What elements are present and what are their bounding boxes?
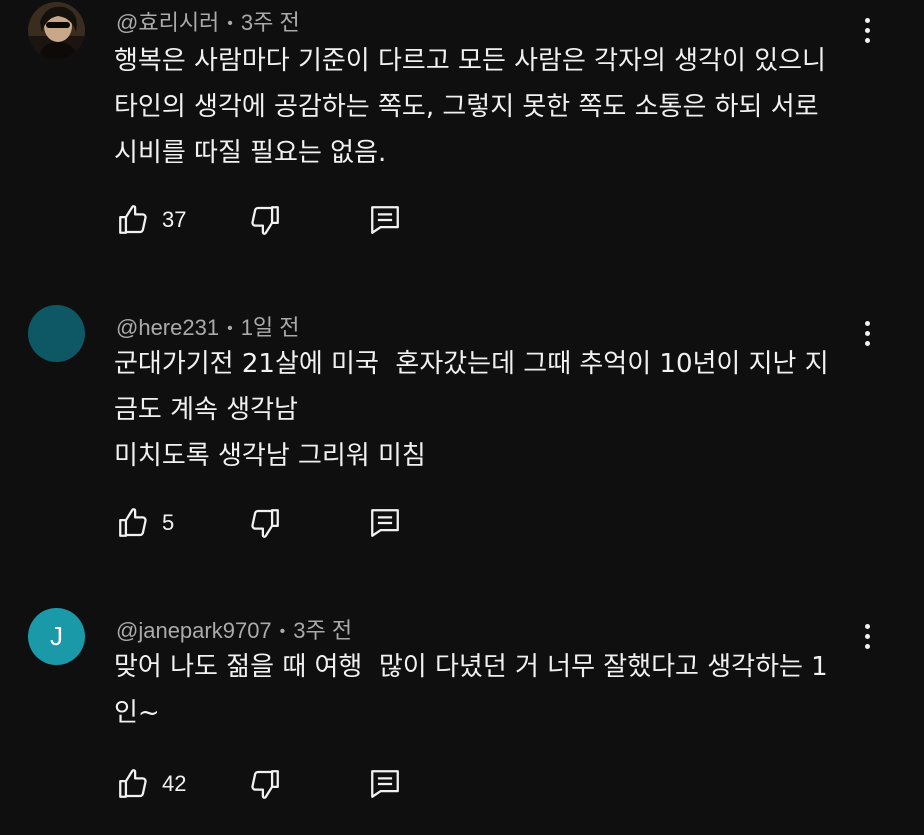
author-name[interactable]: @here231 — [116, 315, 219, 340]
thumbs-down-icon — [251, 206, 279, 235]
thumbs-up-icon — [119, 508, 147, 537]
comment-actions: 5 — [0, 498, 924, 548]
reply-button[interactable] — [368, 759, 402, 809]
comment-text: 맞어 나도 젊을 때 여행 많이 다녔던 거 너무 잘했다고 생각하는 1 인~ — [114, 652, 828, 728]
comment-time[interactable]: 3주 전 — [241, 10, 300, 35]
dislike-button[interactable] — [248, 759, 282, 809]
comment-actions: 42 — [0, 759, 924, 809]
dislike-button[interactable] — [248, 498, 282, 548]
avatar-photo — [28, 2, 85, 59]
separator-dot: • — [279, 623, 286, 640]
separator-dot: • — [227, 15, 233, 32]
thumbs-down-icon — [251, 770, 279, 799]
author-name[interactable]: @효리시러 — [116, 10, 219, 35]
thumbs-up-icon — [119, 769, 147, 798]
thumbs-up-icon — [119, 205, 147, 234]
reply-icon — [371, 509, 399, 537]
thumbs-down-icon — [251, 509, 279, 538]
like-count: 5 — [162, 510, 175, 535]
comment-text: 군대가기전 21살에 미국 혼자갔는데 그때 추억이 10년이 지난 지 금도 … — [114, 349, 829, 471]
comment-meta: @here231 • 1일 전 — [116, 310, 300, 342]
more-vert-icon[interactable] — [852, 10, 882, 50]
avatar[interactable] — [28, 2, 85, 59]
dislike-button[interactable] — [248, 195, 282, 245]
more-vert-icon[interactable] — [852, 313, 882, 353]
separator-dot: • — [227, 320, 233, 337]
like-count: 37 — [162, 207, 187, 232]
reply-icon — [371, 770, 399, 798]
comment-actions: 37 — [0, 195, 924, 245]
reply-icon — [371, 206, 399, 234]
comment-meta: @효리시러 • 3주 전 — [116, 5, 300, 37]
like-button[interactable]: 5 — [116, 498, 174, 548]
avatar[interactable]: J — [28, 608, 85, 665]
like-count: 42 — [162, 771, 187, 796]
comment-time[interactable]: 3주 전 — [293, 618, 352, 643]
more-vert-icon[interactable] — [852, 616, 882, 656]
avatar-letter: J — [50, 621, 63, 651]
like-button[interactable]: 42 — [116, 759, 186, 809]
avatar[interactable] — [28, 305, 85, 362]
comment-text: 행복은 사람마다 기준이 다르고 모든 사람은 각자의 생각이 있으니 타인의 … — [114, 46, 826, 168]
reply-button[interactable] — [368, 498, 402, 548]
reply-button[interactable] — [368, 195, 402, 245]
author-name[interactable]: @janepark9707 — [116, 618, 272, 643]
comment-meta: @janepark9707 • 3주 전 — [116, 613, 352, 645]
like-button[interactable]: 37 — [116, 195, 186, 245]
comment-time[interactable]: 1일 전 — [241, 315, 300, 340]
